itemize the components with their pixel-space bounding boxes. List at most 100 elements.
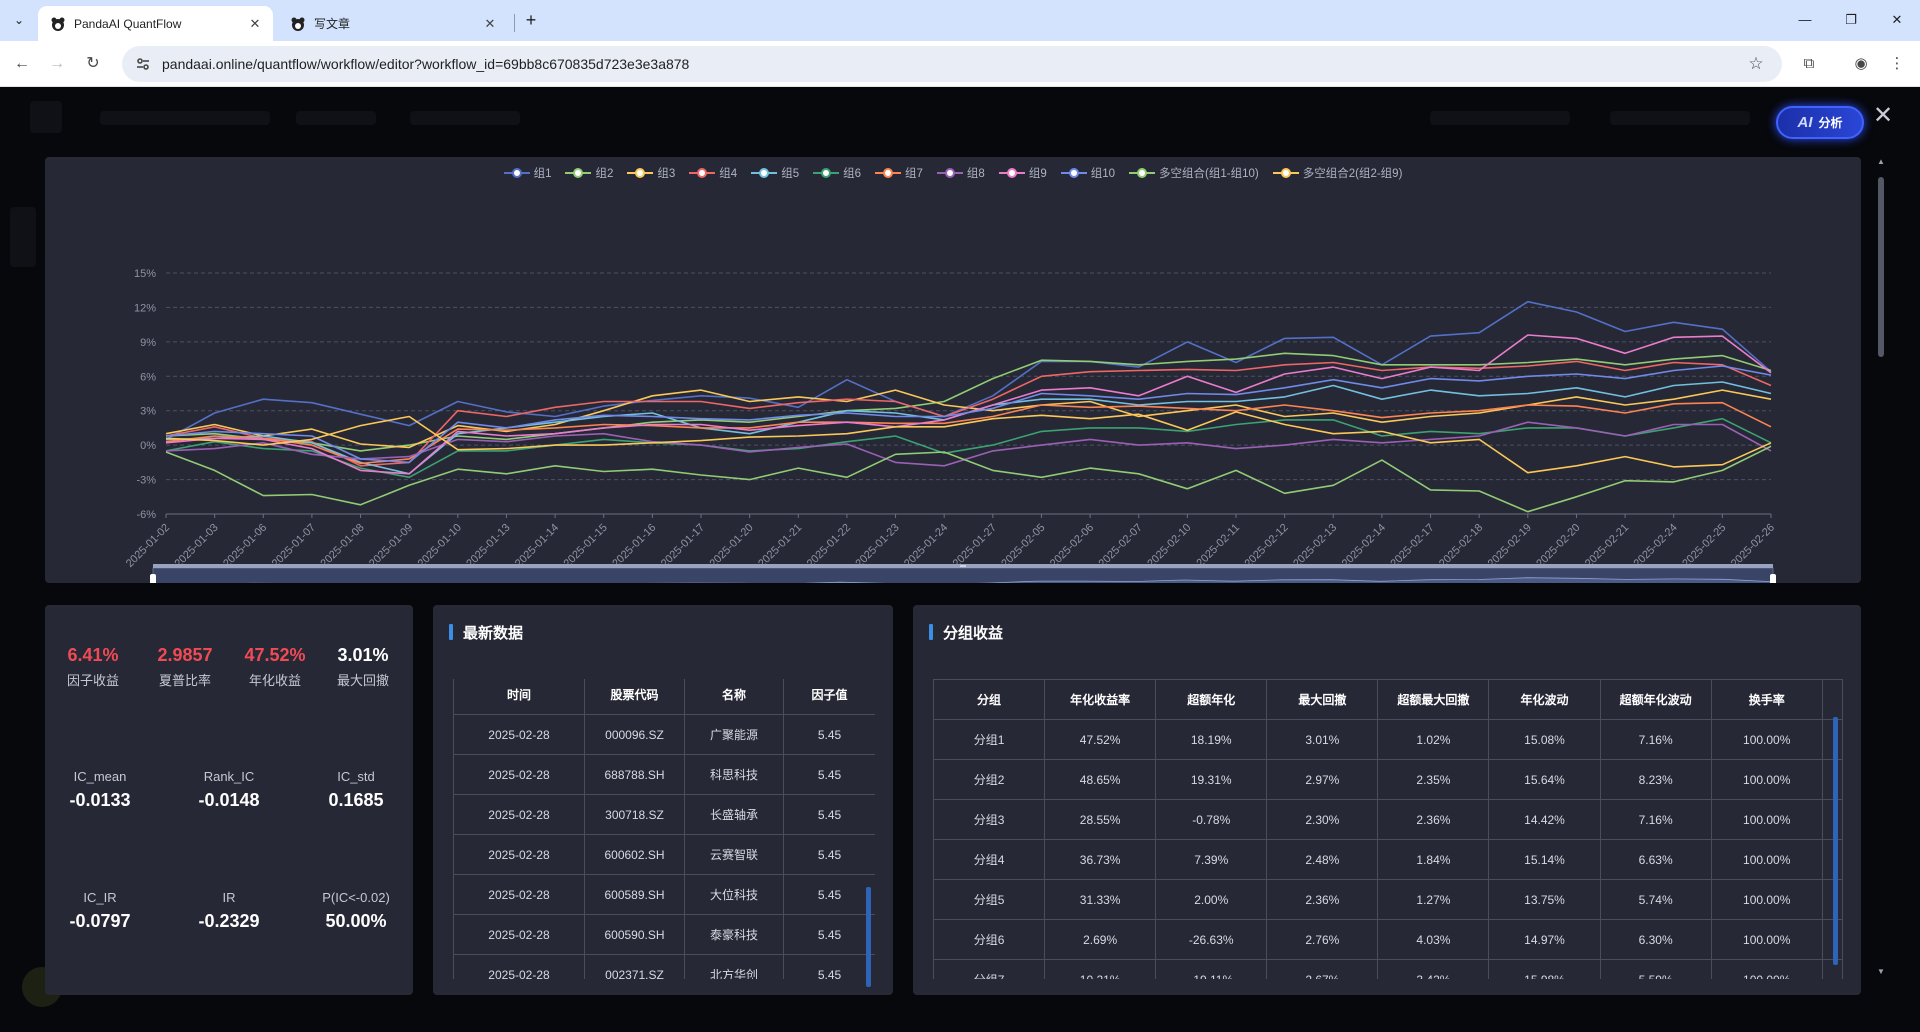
latest-data-row[interactable]: 2025-02-28 600602.SH 云赛智联 5.45	[453, 834, 875, 875]
tab-close-icon[interactable]: ✕	[245, 14, 265, 34]
url-text[interactable]: pandaai.online/quantflow/workflow/editor…	[162, 56, 1746, 72]
table-cell: 3.42%	[1377, 959, 1490, 979]
group-return-row[interactable]: 分组3 28.55% -0.78% 2.30% 2.36% 14.42% 7.16% 100.…	[933, 799, 1843, 840]
group-return-row[interactable]: 分组5 31.33% 2.00% 2.36% 1.27% 13.75% 5.74% 100.0…	[933, 879, 1843, 920]
latest-data-table-wrap[interactable]: 时间 股票代码 名称 因子值 2025-02-28 000096.SZ 广聚能源 5.45 2…	[453, 679, 875, 979]
table-cell: 分组1	[933, 719, 1046, 760]
table-cell: 5.45	[783, 714, 875, 755]
group-return-row[interactable]: 分组710.21%-19.11%2.67%3.42%15.98%5.59%100…	[933, 959, 1843, 979]
group-returns-table-wrap[interactable]: 分组 年化收益率 超额年化 最大回撤 超额最大回撤 年化波动 超额年化波动 换手率 分组1 47…	[933, 679, 1843, 979]
group-return-row[interactable]: 分组1 47.52% 18.19% 3.01% 1.02% 15.08% 7.16% 100.…	[933, 719, 1843, 760]
table-cell: 分组4	[933, 839, 1046, 880]
group-return-row[interactable]: 分组4 36.73% 7.39% 2.48% 1.84% 15.14% 6.63% 100.0…	[933, 839, 1843, 880]
annual-return-stat: 47.52% 年化收益	[240, 645, 310, 689]
table-cell: 5.45	[783, 874, 875, 915]
back-arrow-icon[interactable]: ←	[11, 53, 33, 75]
table-cell: 5.45	[783, 834, 875, 875]
table-cell: 分组7	[933, 959, 1046, 979]
x-tick-label: 2025-02-20	[1534, 522, 1582, 570]
rank-ic-value: -0.0148	[198, 790, 260, 810]
x-tick-label: 2025-02-07	[1097, 522, 1145, 570]
x-tick-label: 2025-01-20	[707, 522, 755, 570]
table-scrollbar[interactable]	[1833, 717, 1838, 965]
scroll-up-arrow-icon[interactable]: ▲	[1876, 157, 1886, 167]
tab-close-icon[interactable]: ✕	[480, 14, 500, 34]
sharpe-value: 2.9857	[157, 645, 213, 665]
table-cell: 10.21%	[1044, 959, 1157, 979]
latest-data-row[interactable]: 2025-02-28 000096.SZ 广聚能源 5.45	[453, 714, 875, 755]
latest-data-row[interactable]: 2025-02-28 600590.SH 泰豪科技 5.45	[453, 914, 875, 955]
table-cell: 2.36%	[1266, 879, 1379, 920]
restore-icon[interactable]: ❐	[1836, 8, 1866, 32]
table-cell: 13.75%	[1488, 879, 1601, 920]
table-cell: 云赛智联	[684, 834, 784, 875]
browser-menu-icon[interactable]: ⋮	[1886, 53, 1908, 75]
group-returns-panel: 分组收益 分组 年化收益率 超额年化 最大回撤 超额最大回撤 年化波动 超额年化波动 换手率 …	[913, 605, 1861, 995]
table-cell: 2025-02-28	[453, 874, 585, 915]
group-return-row[interactable]: 分组2 48.65% 19.31% 2.97% 2.35% 15.64% 8.23% 100.…	[933, 759, 1843, 800]
latest-data-row[interactable]: 2025-02-28 600589.SH 大位科技 5.45	[453, 874, 875, 915]
dimmed-sidebar	[10, 207, 36, 267]
x-tick-label: 2025-01-09	[367, 522, 415, 570]
close-icon[interactable]: ✕	[1870, 103, 1896, 129]
tab-pandaai-quantflow[interactable]: PandaAI QuantFlow ✕	[38, 6, 273, 41]
browser-toolbar: ← → ↻ pandaai.online/quantflow/workflow/…	[0, 41, 1920, 87]
profile-avatar-icon[interactable]: ◉	[1850, 53, 1872, 75]
factor-stats-panel: 6.41% 因子收益 2.9857 夏普比率 47.52% 年化收益 3.01%…	[45, 605, 413, 995]
latest-data-row[interactable]: 2025-02-28 688788.SH 科思科技 5.45	[453, 754, 875, 795]
y-tick-label: 15%	[134, 268, 156, 280]
ai-analysis-button[interactable]: AI 分析	[1776, 106, 1864, 139]
ai-button-label: 分析	[1818, 116, 1843, 130]
table-cell: 28.55%	[1044, 799, 1157, 840]
window-close-icon[interactable]: ✕	[1882, 8, 1912, 32]
tab-write-article[interactable]: 写文章 ✕	[278, 6, 508, 41]
zoom-handle-right	[1770, 574, 1776, 583]
x-tick-label: 2025-02-12	[1242, 522, 1290, 570]
page-scrollbar[interactable]: ▲ ▼	[1876, 157, 1886, 977]
ic-std-value: 0.1685	[328, 790, 384, 810]
address-bar[interactable]: pandaai.online/quantflow/workflow/editor…	[122, 46, 1782, 82]
table-cell: 47.52%	[1044, 719, 1157, 760]
latest-data-row[interactable]: 2025-02-28 002371.SZ 北方华创 5.45	[453, 954, 875, 979]
scroll-thumb[interactable]	[1878, 177, 1884, 357]
table-scrollbar[interactable]	[866, 887, 871, 987]
x-tick-label: 2025-02-05	[999, 522, 1047, 570]
tab-search-icon[interactable]: ⌄	[9, 10, 29, 30]
table-cell: 600589.SH	[584, 874, 685, 915]
new-tab-plus-icon[interactable]: +	[520, 9, 542, 31]
annual-return-label: 年化收益	[248, 673, 301, 688]
reload-icon[interactable]: ↻	[82, 53, 104, 75]
table-header-row: 分组 年化收益率 超额年化 最大回撤 超额最大回撤 年化波动 超额年化波动 换手率	[933, 679, 1843, 720]
x-tick-label: 2025-01-21	[756, 522, 804, 570]
bookmark-star-icon[interactable]: ☆	[1746, 54, 1766, 74]
site-info-icon[interactable]	[134, 55, 152, 73]
x-tick-label: 2025-02-13	[1291, 522, 1339, 570]
forward-arrow-icon[interactable]: →	[46, 53, 68, 75]
series-line	[165, 389, 1772, 449]
max-drawdown-stat: 3.01% 最大回撤	[331, 645, 395, 689]
table-cell: 1.84%	[1377, 839, 1490, 880]
series-line	[165, 411, 1772, 474]
column-header: 年化收益率	[1044, 679, 1157, 720]
table-cell: 5.45	[783, 754, 875, 795]
ai-mark-icon: AI	[1797, 114, 1813, 131]
table-cell: 泰豪科技	[684, 914, 784, 955]
table-cell: 15.08%	[1488, 719, 1601, 760]
table-header-row: 时间 股票代码 名称 因子值	[453, 679, 875, 715]
table-cell: 2025-02-28	[453, 914, 585, 955]
scroll-down-arrow-icon[interactable]: ▼	[1876, 967, 1886, 977]
ir-stat: IR -0.2329	[174, 890, 284, 932]
column-header: 年化波动	[1488, 679, 1601, 720]
x-tick-label: 2025-02-10	[1145, 522, 1193, 570]
group-return-row[interactable]: 分组6 2.69% -26.63% 2.76% 4.03% 14.97% 6.30% 100.…	[933, 919, 1843, 960]
column-header: 名称	[684, 679, 784, 715]
minimize-icon[interactable]: —	[1790, 8, 1820, 32]
column-header: 超额年化	[1155, 679, 1268, 720]
max-drawdown-label: 最大回撤	[336, 673, 389, 688]
y-tick-label: -6%	[136, 509, 156, 521]
x-tick-label: 2025-01-08	[318, 522, 366, 570]
extensions-puzzle-icon[interactable]: ⧉	[1798, 53, 1820, 75]
ic-mean-label: IC_mean	[73, 769, 127, 784]
latest-data-row[interactable]: 2025-02-28 300718.SZ 长盛轴承 5.45	[453, 794, 875, 835]
ic-std-label: IC_std	[337, 769, 375, 784]
